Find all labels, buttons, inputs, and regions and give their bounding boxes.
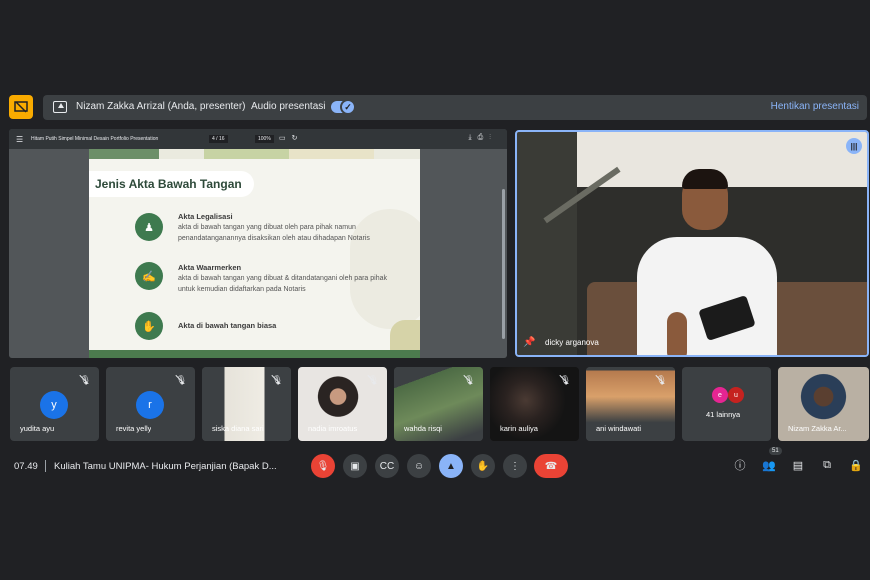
mic-off-icon: 🎙 — [271, 375, 283, 385]
slide: Jenis Akta Bawah Tangan ♟ Akta Legalisas… — [89, 149, 420, 358]
background-dark — [517, 132, 577, 355]
participant-name: ani windawati — [596, 424, 642, 433]
speaker-name: dicky arganova — [545, 338, 599, 347]
participant-name: revita yelly — [116, 424, 152, 433]
slide-title-box: Jenis Akta Bawah Tangan — [89, 171, 254, 197]
presenter-banner: Nizam Zakka Arrizal (Anda, presenter) Au… — [43, 95, 867, 120]
avatar: y — [40, 391, 68, 419]
more-options-button[interactable]: ⋮ — [503, 454, 527, 478]
participant-name: nadia imroatus — [308, 424, 358, 433]
item-desc: akta di bawah tangan yang dibuat & ditan… — [178, 275, 387, 293]
page-indicator[interactable]: 4 / 16 — [209, 135, 228, 143]
slide-top-band — [89, 149, 420, 159]
participant-name: wahda risqi — [404, 424, 442, 433]
mic-off-icon: 🎙 — [175, 375, 187, 385]
check-icon: ✓ — [340, 99, 356, 115]
stop-presenting-button[interactable]: Hentikan presentasi — [771, 101, 859, 112]
participant-name: karin auliya — [500, 424, 538, 433]
mic-off-icon: 🎙 — [559, 375, 571, 385]
control-bar: 07.49 Kuliah Tamu UNIPMA- Hukum Perjanji… — [0, 452, 870, 482]
mic-off-button[interactable]: 🎙 — [311, 454, 335, 478]
decorative-shape — [390, 320, 420, 350]
group-icon: ♟ — [135, 213, 163, 241]
avatar: e — [712, 387, 728, 403]
mic-off-icon: 🎙 — [655, 375, 667, 385]
pdf-page-area: Jenis Akta Bawah Tangan ♟ Akta Legalisas… — [9, 149, 507, 358]
participant-name: siska diana sari — [212, 424, 264, 433]
present-button[interactable]: ▲ — [439, 454, 463, 478]
pdf-toolbar: ☰ Hitam Putih Simpel Minimal Desain Port… — [9, 129, 507, 149]
others-avatars: e u — [710, 387, 750, 405]
item-desc: akta di bawah tangan yang dibuat oleh pa… — [178, 224, 370, 242]
participant-tile[interactable]: Nizam Zakka Ar... — [778, 367, 869, 441]
mic-off-icon: 🎙 — [79, 375, 91, 385]
participant-tile[interactable]: 🎙 siska diana sari — [202, 367, 291, 441]
others-tile[interactable]: e u 41 lainnya — [682, 367, 771, 441]
presenter-name: Nizam Zakka Arrizal (Anda, presenter) — [76, 101, 246, 112]
mic-off-icon: 🎙 — [463, 375, 475, 385]
item-title: Akta Waarmerken — [178, 263, 242, 272]
participant-tile[interactable]: 🎙 ani windawati — [586, 367, 675, 441]
presenting-icon[interactable] — [9, 95, 33, 119]
slide-title: Jenis Akta Bawah Tangan — [95, 177, 242, 191]
info-icon[interactable]: ⓘ — [733, 458, 747, 472]
participant-tile[interactable]: y 🎙 yudita ayu — [10, 367, 99, 441]
activities-icon[interactable]: ⧉ — [820, 458, 834, 472]
others-count: 41 lainnya — [706, 410, 741, 419]
download-print-icons[interactable]: ⤓⎙⋮ — [469, 134, 497, 142]
participant-count-badge: 51 — [769, 447, 782, 455]
divider — [45, 460, 46, 472]
item-title: Akta Legalisasi — [178, 212, 233, 221]
speaker-tile[interactable]: ||| 📌 dicky arganova — [515, 130, 869, 357]
zoom-level[interactable]: 100% — [255, 135, 274, 143]
speaker-arm — [667, 312, 687, 355]
fit-page-icon[interactable]: ▭↻ — [279, 134, 303, 142]
scrollbar[interactable] — [502, 189, 505, 339]
meeting-title: Kuliah Tamu UNIPMA- Hukum Perjanjian (Ba… — [54, 461, 277, 472]
audio-presentation-label: Audio presentasi — [251, 101, 326, 112]
menu-icon[interactable]: ☰ — [16, 135, 23, 144]
participant-name: yudita ayu — [20, 424, 55, 433]
audio-presentation-toggle[interactable]: ✓ — [331, 99, 356, 115]
slide-bottom-band — [89, 350, 420, 358]
people-icon[interactable]: 👥 — [762, 458, 776, 472]
avatar: r — [136, 391, 164, 419]
handshake-icon: ✍ — [135, 262, 163, 290]
host-controls-icon[interactable]: 🔒 — [849, 458, 863, 472]
chat-icon[interactable]: ▤ — [791, 458, 805, 472]
speaker-hair — [682, 169, 728, 189]
participant-name: Nizam Zakka Ar... — [788, 424, 847, 433]
participant-tile[interactable]: 🎙 wahda risqi — [394, 367, 483, 441]
avatar: u — [728, 387, 744, 403]
pin-icon[interactable]: 📌 — [523, 337, 535, 348]
participant-tile[interactable]: r 🎙 revita yelly — [106, 367, 195, 441]
clock: 07.49 — [14, 461, 38, 472]
mic-off-icon: 🎙 — [367, 375, 379, 385]
item-title: Akta di bawah tangan biasa — [178, 321, 277, 330]
presentation-tile[interactable]: ☰ Hitam Putih Simpel Minimal Desain Port… — [9, 129, 507, 358]
present-screen-icon — [53, 101, 67, 113]
presenting-bar: Nizam Zakka Arrizal (Anda, presenter) Au… — [9, 95, 867, 120]
speaking-indicator-icon: ||| — [846, 138, 862, 154]
handshake-icon: ✋ — [135, 312, 163, 340]
camera-button[interactable]: ▣ — [343, 454, 367, 478]
raise-hand-button[interactable]: ✋ — [471, 454, 495, 478]
captions-button[interactable]: CC — [375, 454, 399, 478]
emoji-button[interactable]: ☺ — [407, 454, 431, 478]
leave-call-button[interactable]: ☎ — [534, 454, 568, 478]
pdf-title: Hitam Putih Simpel Minimal Desain Portfo… — [31, 136, 159, 142]
participant-tile[interactable]: 🎙 karin auliya — [490, 367, 579, 441]
participant-tile[interactable]: 🎙 nadia imroatus — [298, 367, 387, 441]
